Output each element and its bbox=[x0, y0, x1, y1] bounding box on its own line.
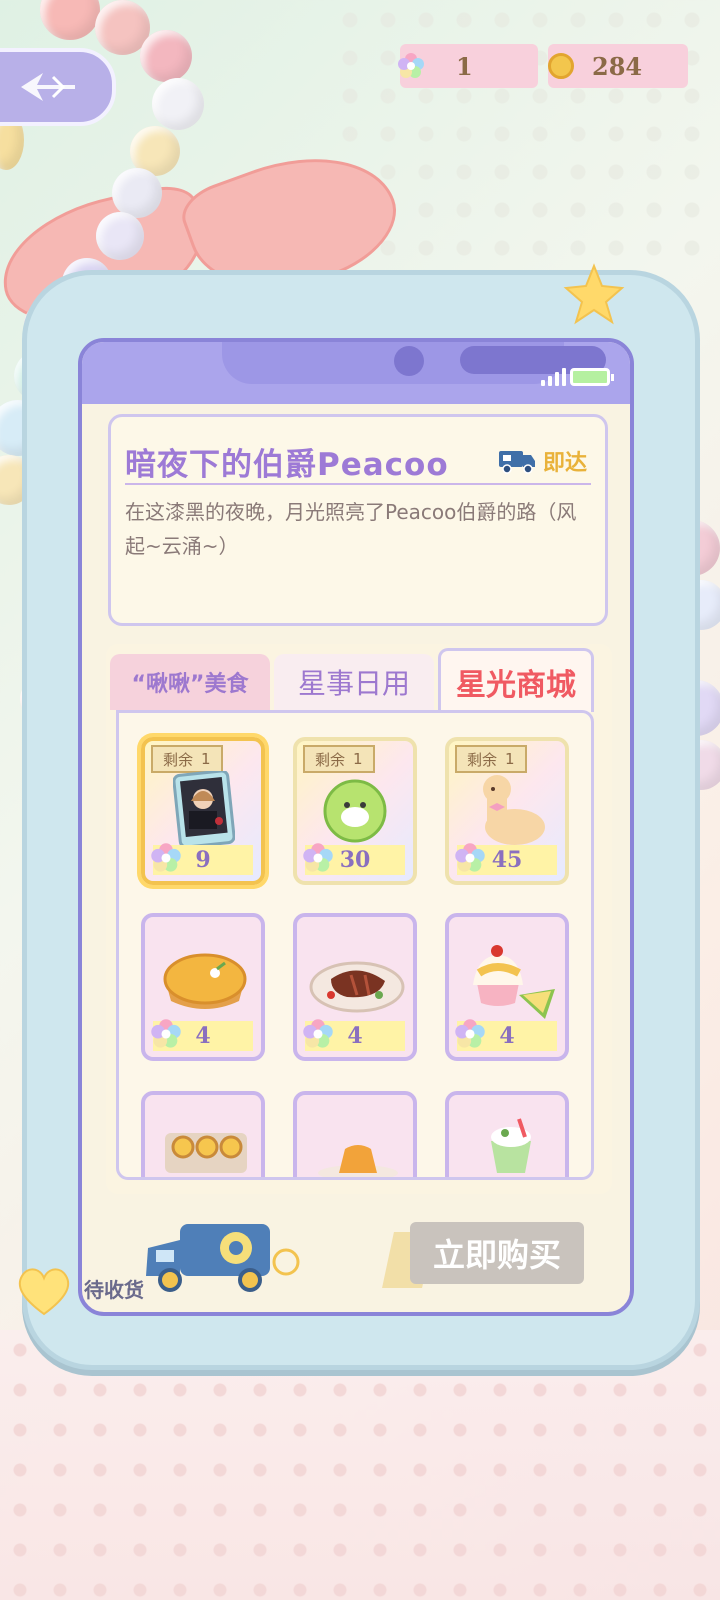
pumpkin-pie-icon bbox=[163, 953, 247, 1009]
rainbow-star-icon bbox=[303, 843, 333, 872]
shop-item-photo-card[interactable]: 剩余 1 9 bbox=[141, 737, 265, 885]
matcha-drink-icon bbox=[491, 1118, 531, 1173]
egg-tarts-icon bbox=[165, 1133, 247, 1173]
price-tag: 4 bbox=[151, 1019, 253, 1051]
coin-count: 284 bbox=[592, 51, 643, 81]
rainbow-star-icon bbox=[303, 1019, 333, 1048]
item-price: 4 bbox=[499, 1023, 515, 1049]
gold-coin-icon bbox=[548, 53, 574, 79]
item-price: 4 bbox=[195, 1023, 211, 1049]
battery-icon bbox=[570, 368, 614, 386]
photo-card-icon bbox=[173, 771, 235, 847]
coin-currency: 284 bbox=[548, 44, 688, 88]
tab-star-mall[interactable]: 星光商城 bbox=[438, 648, 594, 712]
bead bbox=[152, 78, 204, 130]
rainbow-star-icon bbox=[455, 1019, 485, 1048]
phone-status-bar bbox=[82, 342, 630, 404]
rainbow-star-icon bbox=[398, 53, 424, 78]
phone-notch bbox=[222, 342, 606, 384]
lace-doily-bottom bbox=[0, 1330, 720, 1600]
shop-item-alpaca[interactable]: 剩余 1 45 bbox=[445, 737, 569, 885]
green-ball-icon bbox=[323, 779, 387, 843]
remain-badge: 剩余 1 bbox=[303, 745, 375, 773]
tab-daily-use[interactable]: 星事日用 bbox=[274, 654, 434, 710]
star-currency: 1 bbox=[398, 44, 538, 88]
product-title: 暗夜下的伯爵Peacoo bbox=[125, 447, 449, 483]
pending-delivery-button[interactable] bbox=[140, 1218, 300, 1312]
item-price: 45 bbox=[491, 847, 523, 873]
item-price: 9 bbox=[195, 847, 211, 873]
phone-screen: 暗夜下的伯爵Peacoo 即达 在这漆黑的夜晚，月光照亮了Peacoo伯爵的路（… bbox=[78, 338, 634, 1316]
bead bbox=[112, 168, 162, 218]
star-count: 1 bbox=[456, 51, 473, 81]
price-tag: 30 bbox=[303, 843, 405, 875]
price-tag: 4 bbox=[455, 1019, 557, 1051]
item-price: 30 bbox=[339, 847, 371, 873]
star-decoration-icon bbox=[563, 263, 625, 325]
remain-badge: 剩余 1 bbox=[151, 745, 223, 773]
shop-item-pumpkin-pie[interactable]: 4 bbox=[141, 913, 265, 1061]
price-tag: 9 bbox=[151, 843, 253, 875]
title-divider bbox=[125, 483, 591, 485]
shop-panel: “啾啾”美食 星事日用 星光商城 剩余 1 9 剩余 1 30 剩余 1 45 … bbox=[106, 644, 612, 1194]
shop-item-egg-tarts[interactable] bbox=[141, 1091, 265, 1177]
product-info-card: 暗夜下的伯爵Peacoo 即达 在这漆黑的夜晚，月光照亮了Peacoo伯爵的路（… bbox=[103, 405, 613, 635]
signal-icon bbox=[541, 368, 566, 386]
back-arrow-icon bbox=[21, 73, 75, 101]
steak-plate-icon bbox=[309, 961, 405, 1013]
delivery-truck-icon bbox=[146, 1224, 300, 1292]
shop-item-green-ball[interactable]: 剩余 1 30 bbox=[293, 737, 417, 885]
express-label: 即达 bbox=[542, 451, 587, 476]
bead bbox=[140, 30, 192, 82]
delivery-truck-icon bbox=[498, 451, 535, 474]
pending-delivery-label: 待收货 bbox=[84, 1278, 144, 1302]
price-tag: 45 bbox=[455, 843, 557, 875]
heart-decoration-icon bbox=[18, 1268, 70, 1316]
back-button[interactable] bbox=[0, 48, 116, 126]
shop-item-durian-ice[interactable]: 4 bbox=[445, 913, 569, 1061]
bead bbox=[40, 0, 100, 40]
shop-item-matcha-drink[interactable] bbox=[445, 1091, 569, 1177]
price-tag: 4 bbox=[303, 1019, 405, 1051]
shop-item-pudding[interactable] bbox=[293, 1091, 417, 1177]
buy-now-button[interactable]: 立即购买 bbox=[410, 1222, 584, 1284]
item-grid: 剩余 1 9 剩余 1 30 剩余 1 45 4 4 4 bbox=[116, 710, 594, 1180]
shop-item-steak[interactable]: 4 bbox=[293, 913, 417, 1061]
express-badge: 即达 bbox=[497, 445, 587, 477]
rainbow-star-icon bbox=[151, 843, 181, 872]
bead bbox=[96, 212, 144, 260]
tab-food[interactable]: “啾啾”美食 bbox=[110, 654, 270, 710]
item-price: 4 bbox=[347, 1023, 363, 1049]
camera-icon bbox=[394, 346, 424, 376]
durian-shaved-ice-icon bbox=[473, 945, 555, 1019]
pudding-icon bbox=[318, 1145, 398, 1177]
rainbow-star-icon bbox=[455, 843, 485, 872]
product-description: 在这漆黑的夜晚，月光照亮了Peacoo伯爵的路（风起~云涌~） bbox=[125, 500, 577, 558]
rainbow-star-icon bbox=[151, 1019, 181, 1048]
